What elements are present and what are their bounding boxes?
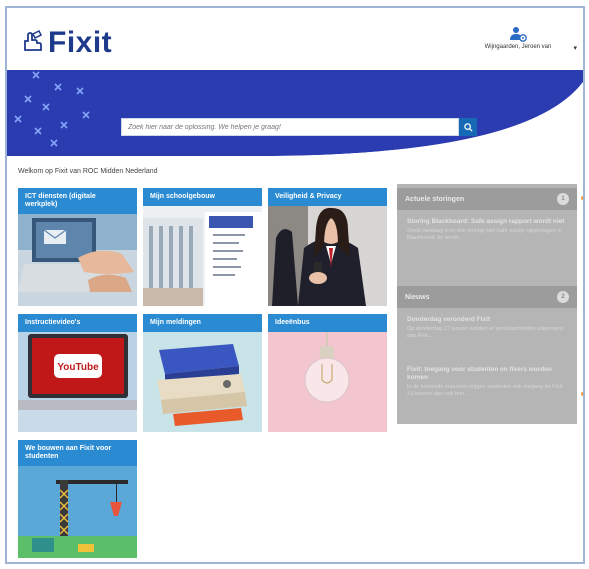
storing-item[interactable]: Storing Blackboard: Safe assign rapport … — [407, 218, 569, 242]
tile-label: Mijn meldingen — [143, 314, 262, 333]
top-bar: Fixit Wijngaarden, Jeroen van ▾ — [7, 8, 583, 70]
tile-label: ICT diensten (digitale werkplek) — [18, 188, 137, 215]
nieuws-title: Nieuws — [405, 293, 430, 301]
tile-ideeenbus[interactable]: Ideeënbus — [268, 314, 387, 432]
scroll-marker — [581, 196, 583, 200]
search-bar — [121, 118, 481, 136]
storing-desc: Sinds vandaag is er een storing met Safe… — [407, 228, 562, 242]
youtube-text: YouTube — [57, 362, 99, 373]
welcome-text: Welkom op Fixit van ROC Midden Nederland — [18, 168, 158, 175]
news-title: Donderdag veronderd Fixit — [407, 316, 491, 323]
fixit-logo[interactable]: Fixit — [19, 26, 112, 60]
user-menu[interactable]: Wijngaarden, Jeroen van ▾ — [463, 26, 577, 52]
hero-banner — [7, 70, 583, 160]
search-input[interactable] — [121, 118, 459, 136]
storingen-header[interactable]: Actuele storingen 1 — [397, 188, 577, 210]
search-button[interactable] — [459, 118, 477, 136]
news-desc: In de komende maanden krijgen studenten … — [407, 384, 564, 398]
news-item[interactable]: Donderdag veronderd Fixit Op donderdag 1… — [407, 316, 569, 340]
nieuws-header[interactable]: Nieuws 2 — [397, 286, 577, 308]
hero-background — [7, 70, 583, 160]
tile-veiligheid-privacy[interactable]: Veiligheid & Privacy — [268, 188, 387, 306]
news-sidebar: Actuele storingen 1 Storing Blackboard: … — [397, 184, 577, 424]
tile-label: Ideeënbus — [268, 314, 387, 333]
tile-label: Instructievideo's — [18, 314, 137, 333]
tile-label: Mijn schoolgebouw — [143, 188, 262, 207]
user-name: Wijngaarden, Jeroen van — [484, 44, 552, 50]
nieuws-count-badge: 2 — [557, 291, 569, 303]
search-icon — [463, 122, 473, 132]
chevron-down-icon[interactable]: ▾ — [573, 44, 577, 52]
storingen-title: Actuele storingen — [405, 195, 465, 203]
news-item[interactable]: Fixit: toegang voor studenten en fixers … — [407, 366, 569, 399]
news-title: Fixit: toegang voor studenten en fixers … — [407, 366, 552, 382]
news-desc: Op donderdag 17 januari worden er werkza… — [407, 326, 563, 340]
tile-ict-diensten[interactable]: ICT diensten (digitale werkplek) — [18, 188, 137, 306]
scroll-marker — [581, 392, 583, 396]
storingen-count-badge: 1 — [557, 193, 569, 205]
tile-mijn-schoolgebouw[interactable]: Mijn schoolgebouw — [143, 188, 262, 306]
browser-frame: Fixit Wijngaarden, Jeroen van ▾ Zoek hie… — [5, 6, 585, 564]
fixit-hand-icon — [24, 30, 43, 51]
tile-we-bouwen-aan-fixit[interactable]: We bouwen aan Fixit voor studenten — [18, 440, 137, 558]
user-settings-icon — [510, 27, 527, 42]
tile-label: Veiligheid & Privacy — [268, 188, 387, 207]
storing-title: Storing Blackboard: Safe assign rapport … — [407, 218, 565, 225]
tile-mijn-meldingen[interactable]: Mijn meldingen — [143, 314, 262, 432]
tile-label: We bouwen aan Fixit voor studenten — [18, 440, 137, 467]
logo-text: Fixit — [48, 26, 113, 59]
tile-instructievideos[interactable]: YouTube Instructievideo's — [18, 314, 137, 432]
